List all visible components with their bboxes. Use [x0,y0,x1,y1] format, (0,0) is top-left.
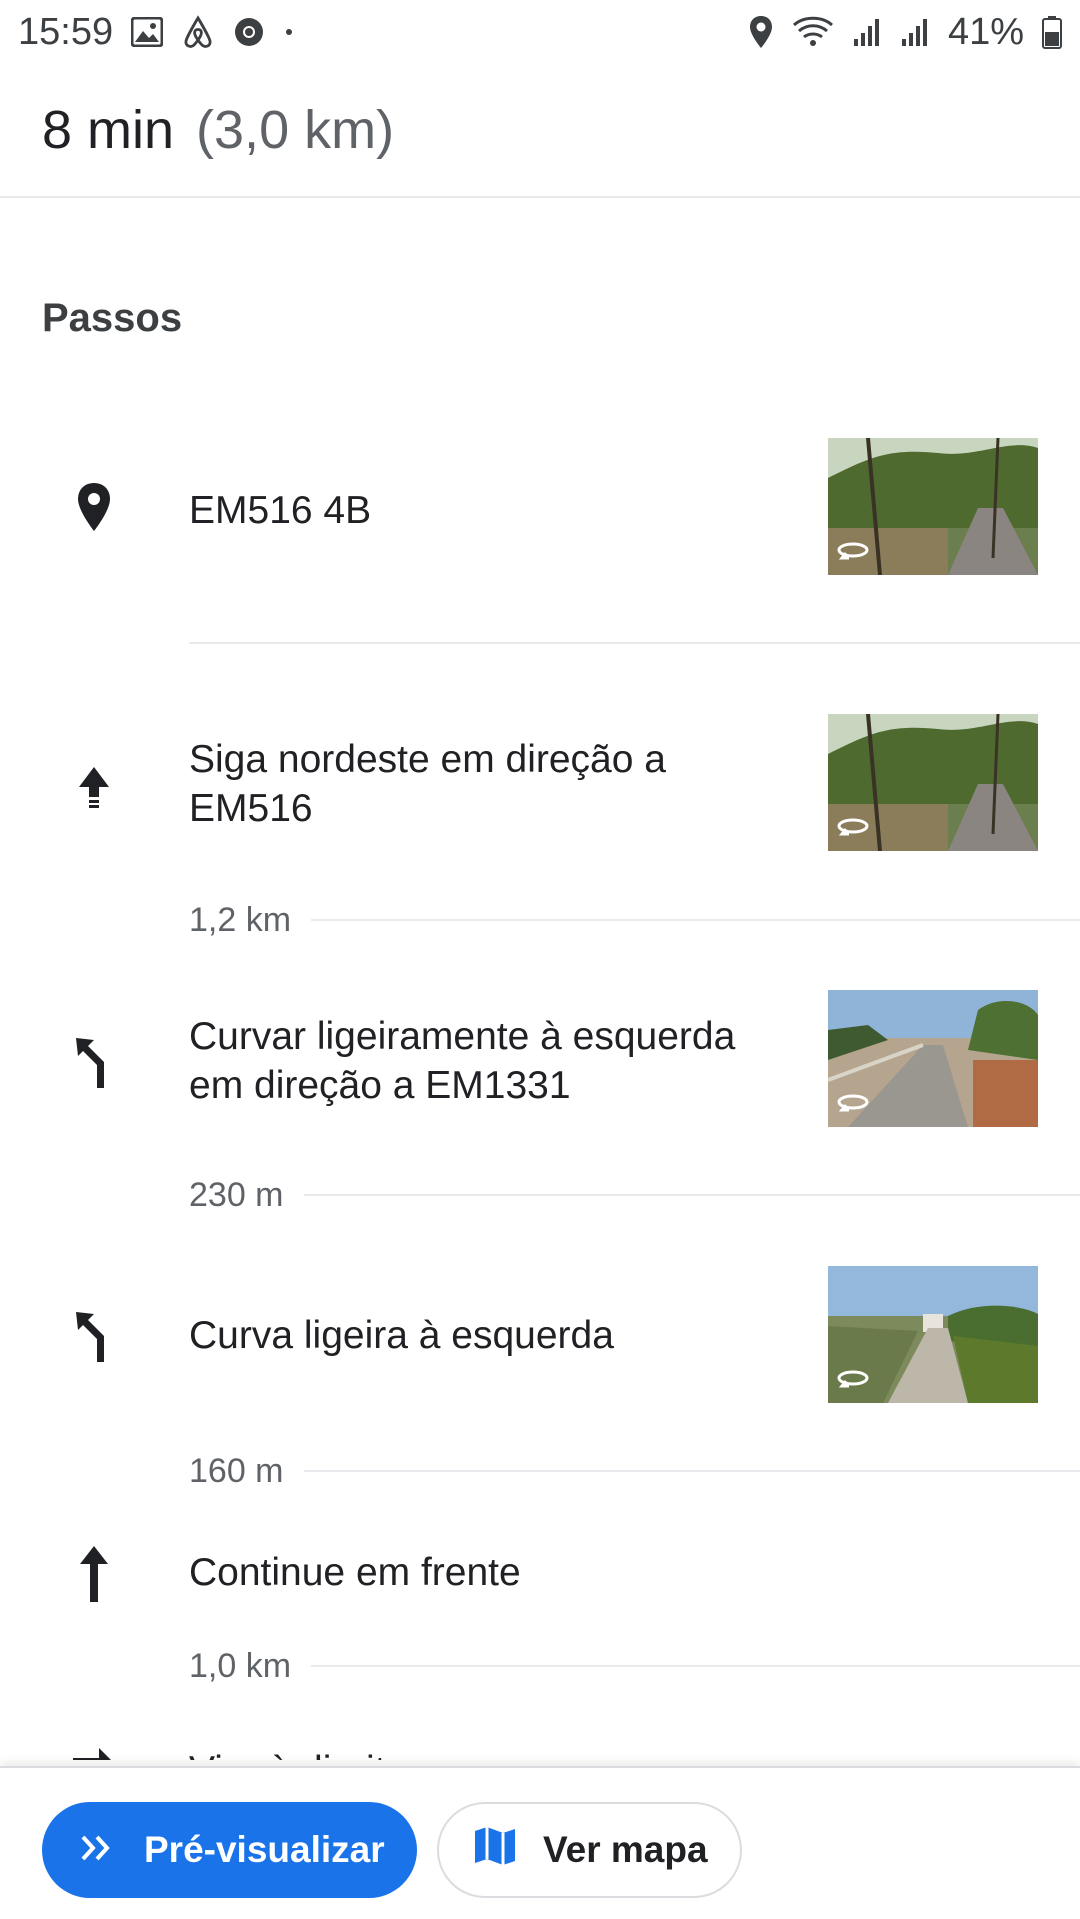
step-turn-right[interactable]: Vire à direita [0,1730,1080,1760]
head-northeast-icon [68,758,120,818]
status-bar: 15:59 41% [0,0,1080,64]
step-divider [311,919,1080,921]
battery-icon [1042,15,1062,49]
signal-icon [852,17,882,47]
street-view-360-icon [836,815,870,837]
step-continue-straight[interactable]: Continue em frente [0,1540,1080,1610]
turn-right-icon [68,1740,120,1760]
steps-section-title: Passos [42,296,183,340]
chrome-icon [233,16,265,48]
step-text: Curva ligeira à esquerda [189,1314,614,1357]
status-left: 15:59 [18,11,295,54]
bottom-action-bar: Pré-visualizar Ver mapa [0,1766,1080,1919]
step-divider [303,1470,1080,1472]
step-distance: 160 m [189,1451,284,1490]
map-icon [473,1825,517,1876]
location-pin-icon [68,477,120,537]
step-distance: 1,0 km [189,1646,292,1685]
step-text: Curvar ligeiramente à esquerda em direçã… [189,1015,736,1107]
status-right: 41% [748,11,1062,54]
step-text: Continue em frente [189,1551,521,1594]
street-view-360-icon [836,539,870,561]
step-divider [311,1665,1080,1667]
wifi-icon [792,15,834,49]
location-icon [748,15,774,49]
street-view-thumbnail[interactable] [828,990,1038,1127]
step-text: Vire à direita [189,1746,789,1760]
step-text: EM516 4B [189,489,372,532]
step-distance-row: 230 m [189,1175,1080,1215]
route-distance: (3,0 km) [196,100,395,160]
airbnb-icon [181,15,215,49]
step-distance-row: 1,2 km [189,900,1080,940]
street-view-thumbnail[interactable] [828,1266,1038,1403]
step-divider [303,1194,1080,1196]
step-head-northeast[interactable]: Siga nordeste em direção a EM516 [0,712,1080,862]
step-slight-left[interactable]: Curvar ligeiramente à esquerda em direçã… [0,988,1080,1138]
view-map-button[interactable]: Ver mapa [437,1802,742,1898]
step-distance: 1,2 km [189,900,292,939]
street-view-thumbnail[interactable] [828,438,1038,575]
preview-button-label: Pré-visualizar [144,1829,385,1870]
slight-left-icon [68,1032,120,1092]
double-chevron-right-icon [80,1829,114,1871]
street-view-thumbnail[interactable] [828,714,1038,851]
route-summary-header: 8 min (3,0 km) [0,64,1080,198]
slight-left-icon [68,1306,120,1366]
step-origin[interactable]: EM516 4B [0,432,1080,582]
signal-icon [900,17,930,47]
step-distance: 230 m [189,1175,284,1214]
battery-percentage: 41% [947,10,1024,53]
straight-arrow-icon [68,1544,120,1604]
route-duration: 8 min [42,100,175,160]
status-time: 15:59 [18,10,114,53]
step-distance-row: 160 m [189,1451,1080,1491]
dot-icon [283,26,295,38]
street-view-360-icon [836,1367,870,1389]
preview-button[interactable]: Pré-visualizar [42,1802,417,1898]
street-view-360-icon [836,1091,870,1113]
step-text: Siga nordeste em direção a EM516 [189,738,666,830]
step-divider [189,642,1080,644]
view-map-button-label: Ver mapa [543,1829,708,1870]
image-icon [131,17,164,47]
step-distance-row: 1,0 km [189,1646,1080,1686]
step-slight-left[interactable]: Curva ligeira à esquerda [0,1264,1080,1414]
